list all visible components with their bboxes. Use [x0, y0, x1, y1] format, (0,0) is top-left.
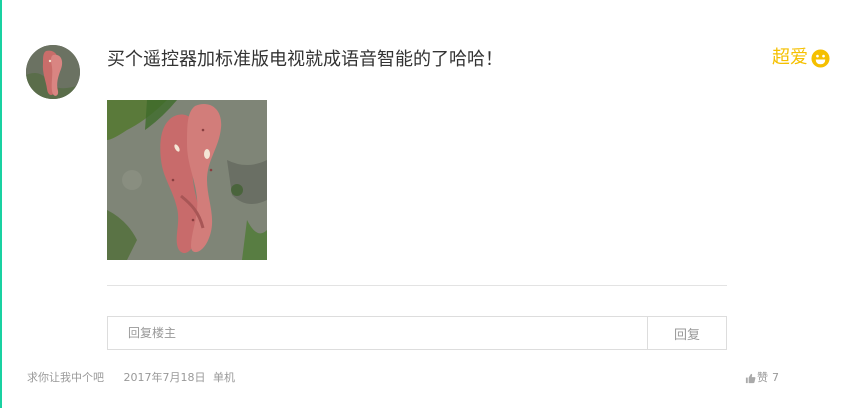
- comment-date: 2017年7月18日: [123, 371, 206, 384]
- divider: [107, 285, 727, 286]
- comment-meta: 求你让我中个吧 2017年7月18日 单机: [27, 370, 235, 386]
- reply-button[interactable]: 回复: [647, 316, 727, 350]
- comment-photo[interactable]: [107, 100, 267, 260]
- comment-text: 买个遥控器加标准版电视就成语音智能的了哈哈！: [107, 49, 503, 70]
- avatar[interactable]: [26, 45, 80, 99]
- username[interactable]: 求你让我中个吧: [27, 371, 104, 384]
- rating-label: 超爱: [772, 47, 808, 68]
- reply-input[interactable]: [107, 316, 647, 350]
- like-button[interactable]: 赞 7: [745, 370, 779, 386]
- sweet-potato-avatar-icon: [26, 45, 80, 99]
- thumb-up-icon: [745, 373, 756, 384]
- like-label: 赞: [757, 371, 768, 384]
- accent-bar: [0, 0, 2, 408]
- rating: 超爱: [772, 46, 830, 70]
- like-count: 7: [772, 371, 779, 384]
- sweet-potato-photo-icon: [107, 100, 267, 260]
- comment-card: 买个遥控器加标准版电视就成语音智能的了哈哈！ 超爱 回复楼主 回复 求你让我中个…: [0, 0, 854, 408]
- smile-icon: [811, 48, 830, 68]
- comment-source: 单机: [213, 371, 235, 384]
